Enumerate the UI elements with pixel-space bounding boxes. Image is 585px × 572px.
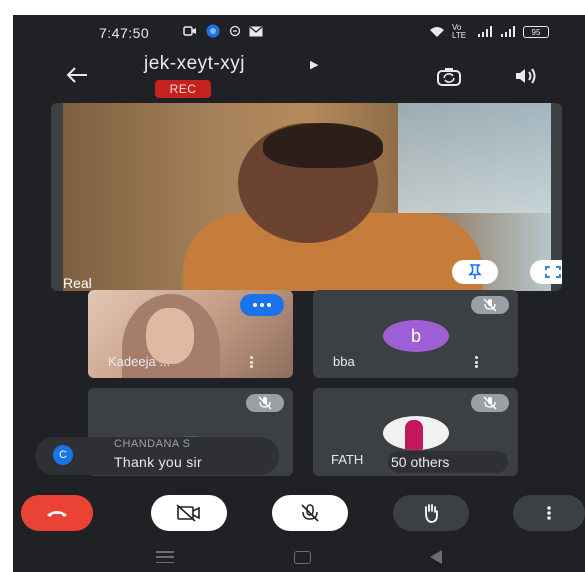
fullscreen-icon xyxy=(545,266,561,278)
speaking-indicator xyxy=(240,294,284,316)
caret-right-icon[interactable]: ▶ xyxy=(310,58,318,71)
others-label: 50 others xyxy=(391,454,450,470)
phone-hangup-icon xyxy=(47,511,67,517)
arrow-back-icon xyxy=(66,67,87,83)
participant-tile[interactable]: b bba xyxy=(313,290,518,378)
avatar-letter: b xyxy=(410,325,421,346)
mic-off-icon xyxy=(483,396,497,410)
speaker-icon xyxy=(516,68,536,84)
more-options-button[interactable] xyxy=(513,495,585,531)
raise-hand-icon xyxy=(425,504,438,523)
participant-name: Kadeeja ... xyxy=(108,354,171,369)
audio-output-button[interactable] xyxy=(509,63,543,89)
avatar-figure xyxy=(405,420,423,450)
status-time: 7:47:50 xyxy=(99,25,150,41)
more-vert-icon xyxy=(547,506,551,520)
network-type: Vo LTE xyxy=(452,23,467,40)
status-notification-icons xyxy=(183,24,263,38)
back-button[interactable] xyxy=(61,61,93,89)
mic-off-icon xyxy=(301,504,319,522)
recording-badge: REC xyxy=(155,80,211,98)
signal-icon xyxy=(478,26,492,37)
participant-more-button[interactable] xyxy=(471,354,481,370)
pin-button[interactable] xyxy=(452,260,498,284)
participant-name: bba xyxy=(333,354,355,369)
status-system-icons: Vo LTE 95 xyxy=(429,24,549,40)
status-bar: 7:47:50 Vo LTE 95 xyxy=(13,15,585,49)
home-button[interactable] xyxy=(294,551,311,564)
pin-icon xyxy=(468,264,482,279)
avatar-photo xyxy=(383,416,449,450)
meet-app-screen: 7:47:50 Vo LTE 95 jek-xeyt-xyj ▶ REC Rea… xyxy=(13,15,585,572)
mic-toggle-button[interactable] xyxy=(272,495,348,531)
link-notification-icon xyxy=(229,25,241,37)
meeting-header: jek-xeyt-xyj ▶ REC xyxy=(13,49,585,101)
battery-level: 95 xyxy=(531,27,541,37)
app-notification-icon xyxy=(206,24,220,38)
meet-notification-icon xyxy=(183,26,196,36)
muted-badge xyxy=(471,296,509,314)
muted-badge xyxy=(246,394,284,412)
switch-camera-icon xyxy=(437,68,461,86)
main-participant-name: Real xyxy=(63,275,92,291)
fullscreen-button[interactable] xyxy=(530,260,562,284)
avatar: b xyxy=(383,320,449,352)
participant-tile[interactable]: Kadeeja ... xyxy=(88,290,293,378)
rec-label: REC xyxy=(169,82,197,96)
presenter-hair xyxy=(263,123,383,168)
hangup-button[interactable] xyxy=(21,495,93,531)
system-nav-bar xyxy=(13,542,585,572)
mic-off-icon xyxy=(258,396,272,410)
back-nav-button[interactable] xyxy=(430,550,442,564)
camera-toggle-button[interactable] xyxy=(151,495,227,531)
meeting-code[interactable]: jek-xeyt-xyj xyxy=(144,53,245,75)
others-chip[interactable]: 50 others xyxy=(388,451,508,473)
mail-notification-icon xyxy=(249,26,263,36)
chat-sender-avatar: C xyxy=(53,445,73,465)
camera-off-icon xyxy=(176,504,200,522)
switch-camera-button[interactable] xyxy=(432,63,466,89)
signal-icon-2 xyxy=(501,26,515,37)
wifi-icon xyxy=(430,27,444,37)
chat-message-toast[interactable]: C CHANDANA S Thank you sir xyxy=(35,437,279,475)
main-video-tile[interactable]: Real xyxy=(51,103,562,291)
battery-indicator: 95 xyxy=(523,26,549,38)
recent-apps-button[interactable] xyxy=(156,551,174,563)
raise-hand-button[interactable] xyxy=(393,495,469,531)
call-controls xyxy=(13,493,585,539)
background-window xyxy=(398,103,551,213)
chat-message-text: Thank you sir xyxy=(114,454,202,470)
mic-off-icon xyxy=(483,298,497,312)
chat-avatar-letter: C xyxy=(59,449,67,461)
muted-badge xyxy=(471,394,509,412)
chat-sender-name: CHANDANA S xyxy=(114,438,191,450)
participant-name: FATH xyxy=(331,452,364,467)
participant-more-button[interactable] xyxy=(246,354,256,370)
